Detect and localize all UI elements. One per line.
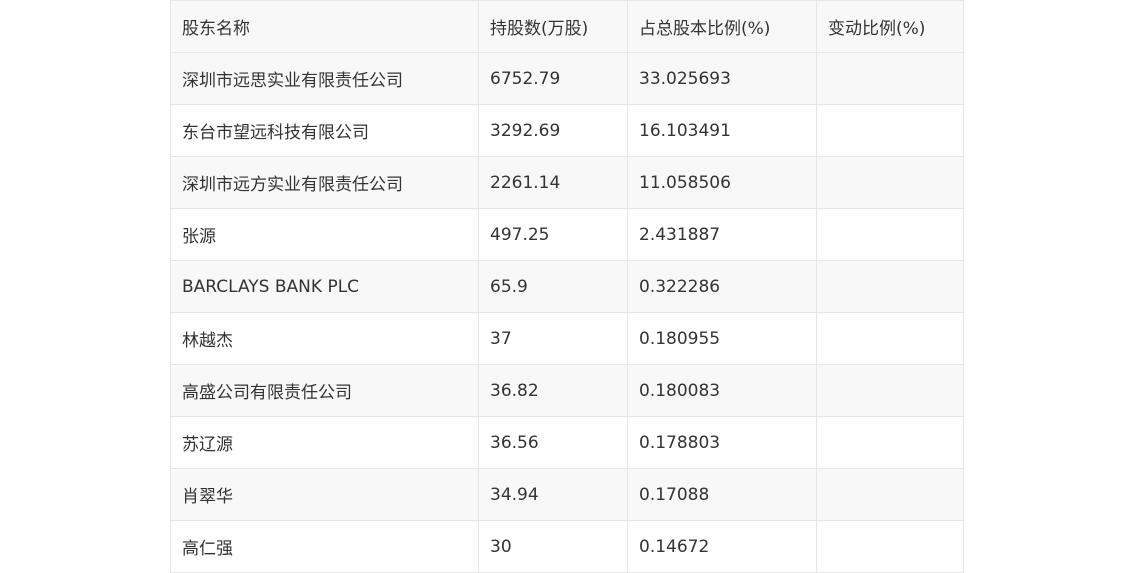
- cell-shareholder-name: 东台市望远科技有限公司: [170, 104, 479, 157]
- table-header-row: 股东名称 持股数(万股) 占总股本比例(%) 变动比例(%): [170, 0, 964, 53]
- table-row: BARCLAYS BANK PLC 65.9 0.322286: [170, 260, 964, 313]
- cell-shareholder-name: 张源: [170, 208, 479, 261]
- header-shares: 持股数(万股): [478, 0, 628, 53]
- cell-share-ratio: 0.14672: [627, 520, 817, 573]
- cell-shares: 30: [478, 520, 628, 573]
- cell-change-ratio: [816, 312, 964, 365]
- cell-change-ratio: [816, 208, 964, 261]
- cell-shares: 65.9: [478, 260, 628, 313]
- cell-shareholder-name: 高盛公司有限责任公司: [170, 364, 479, 417]
- cell-share-ratio: 2.431887: [627, 208, 817, 261]
- cell-share-ratio: 16.103491: [627, 104, 817, 157]
- table-row: 肖翠华 34.94 0.17088: [170, 468, 964, 521]
- table-row: 高仁强 30 0.14672: [170, 520, 964, 573]
- cell-shareholder-name: 林越杰: [170, 312, 479, 365]
- cell-change-ratio: [816, 260, 964, 313]
- cell-shares: 3292.69: [478, 104, 628, 157]
- table-row: 张源 497.25 2.431887: [170, 208, 964, 261]
- cell-share-ratio: 0.180083: [627, 364, 817, 417]
- header-shareholder-name: 股东名称: [170, 0, 479, 53]
- cell-change-ratio: [816, 52, 964, 105]
- cell-shares: 6752.79: [478, 52, 628, 105]
- cell-shareholder-name: 苏辽源: [170, 416, 479, 469]
- cell-share-ratio: 0.180955: [627, 312, 817, 365]
- cell-shareholder-name: 高仁强: [170, 520, 479, 573]
- shareholders-table: 股东名称 持股数(万股) 占总股本比例(%) 变动比例(%) 深圳市远思实业有限…: [170, 0, 964, 573]
- cell-change-ratio: [816, 104, 964, 157]
- table-row: 深圳市远思实业有限责任公司 6752.79 33.025693: [170, 52, 964, 105]
- table-row: 东台市望远科技有限公司 3292.69 16.103491: [170, 104, 964, 157]
- cell-shares: 34.94: [478, 468, 628, 521]
- table-row: 高盛公司有限责任公司 36.82 0.180083: [170, 364, 964, 417]
- cell-shareholder-name: 深圳市远思实业有限责任公司: [170, 52, 479, 105]
- cell-shareholder-name: 深圳市远方实业有限责任公司: [170, 156, 479, 209]
- cell-share-ratio: 0.17088: [627, 468, 817, 521]
- cell-shares: 37: [478, 312, 628, 365]
- cell-share-ratio: 0.322286: [627, 260, 817, 313]
- cell-share-ratio: 0.178803: [627, 416, 817, 469]
- cell-change-ratio: [816, 416, 964, 469]
- cell-change-ratio: [816, 468, 964, 521]
- cell-share-ratio: 33.025693: [627, 52, 817, 105]
- cell-share-ratio: 11.058506: [627, 156, 817, 209]
- cell-shareholder-name: 肖翠华: [170, 468, 479, 521]
- cell-shares: 36.56: [478, 416, 628, 469]
- table-row: 林越杰 37 0.180955: [170, 312, 964, 365]
- table-row: 苏辽源 36.56 0.178803: [170, 416, 964, 469]
- cell-change-ratio: [816, 364, 964, 417]
- header-change-ratio: 变动比例(%): [816, 0, 964, 53]
- cell-shareholder-name: BARCLAYS BANK PLC: [170, 260, 479, 313]
- cell-shares: 2261.14: [478, 156, 628, 209]
- header-share-ratio: 占总股本比例(%): [627, 0, 817, 53]
- table-row: 深圳市远方实业有限责任公司 2261.14 11.058506: [170, 156, 964, 209]
- cell-change-ratio: [816, 520, 964, 573]
- cell-change-ratio: [816, 156, 964, 209]
- cell-shares: 36.82: [478, 364, 628, 417]
- cell-shares: 497.25: [478, 208, 628, 261]
